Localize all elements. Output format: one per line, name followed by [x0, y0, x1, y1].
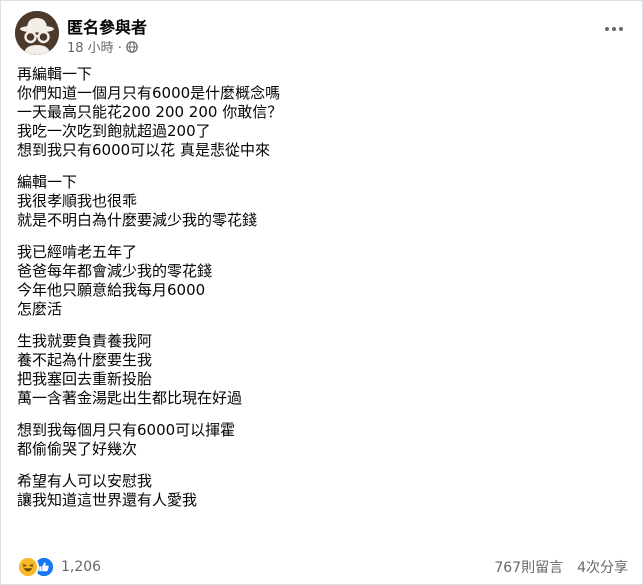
post-card: 匿名參與者 18 小時 · 再編輯一下 你們知道一個月只有6000是什麼概念嗎 …	[0, 0, 643, 585]
anonymous-avatar-icon[interactable]	[15, 11, 59, 55]
text-line: 怎麼活	[17, 300, 63, 318]
text-line: 就是不明白為什麼要減少我的零花錢	[17, 211, 258, 229]
share-count-link[interactable]: 4次分享	[577, 557, 628, 577]
post-footer: 1,206 767則留言 4次分享	[17, 555, 628, 579]
text-line: 都偷偷哭了好幾次	[17, 440, 138, 458]
post-time[interactable]: 18 小時 ·	[67, 37, 122, 56]
author-name[interactable]: 匿名參與者	[67, 14, 147, 38]
post-header: 匿名參與者 18 小時 ·	[15, 11, 628, 57]
text-line: 我已經啃老五年了	[17, 243, 138, 261]
post-meta: 18 小時 ·	[67, 37, 138, 56]
text-line: 萬一含著金湯匙出生都比現在好過	[17, 389, 243, 407]
haha-icon	[17, 556, 39, 578]
text-line: 把我塞回去重新投胎	[17, 370, 153, 388]
paragraph: 編輯一下 我很孝順我也很乖 就是不明白為什麼要減少我的零花錢	[17, 173, 626, 230]
text-line: 希望有人可以安慰我	[17, 472, 153, 490]
reactions-summary[interactable]: 1,206	[17, 556, 101, 578]
text-line: 養不起為什麼要生我	[17, 351, 153, 369]
text-line: 爸爸每年都會減少我的零花錢	[17, 262, 213, 280]
text-line: 想到我每個月只有6000可以揮霍	[17, 421, 236, 439]
paragraph: 生我就要負責養我阿 養不起為什麼要生我 把我塞回去重新投胎 萬一含著金湯匙出生都…	[17, 332, 626, 408]
text-line: 我很孝順我也很乖	[17, 192, 138, 210]
globe-icon	[126, 40, 138, 53]
text-line: 想到我只有6000可以花 真是悲從中來	[17, 141, 270, 159]
text-line: 一天最高只能花200 200 200 你敢信？	[17, 103, 283, 121]
paragraph: 希望有人可以安慰我 讓我知道這世界還有人愛我	[17, 472, 626, 510]
paragraph: 我已經啃老五年了 爸爸每年都會減少我的零花錢 今年他只願意給我每月6000 怎麼…	[17, 243, 626, 319]
text-line: 生我就要負責養我阿	[17, 332, 153, 350]
reaction-count: 1,206	[61, 559, 102, 575]
text-line: 再編輯一下	[17, 65, 93, 83]
paragraph: 想到我每個月只有6000可以揮霍 都偷偷哭了好幾次	[17, 421, 626, 459]
more-options-icon[interactable]	[600, 17, 628, 41]
post-body: 再編輯一下 你們知道一個月只有6000是什麼概念嗎 一天最高只能花200 200…	[17, 65, 626, 523]
comment-count-link[interactable]: 767則留言	[494, 557, 563, 577]
paragraph: 再編輯一下 你們知道一個月只有6000是什麼概念嗎 一天最高只能花200 200…	[17, 65, 626, 160]
text-line: 我吃一次吃到飽就超過200了	[17, 122, 211, 140]
text-line: 編輯一下	[17, 173, 78, 191]
text-line: 今年他只願意給我每月6000	[17, 281, 206, 299]
text-line: 你們知道一個月只有6000是什麼概念嗎	[17, 84, 281, 102]
text-line: 讓我知道這世界還有人愛我	[17, 491, 198, 509]
